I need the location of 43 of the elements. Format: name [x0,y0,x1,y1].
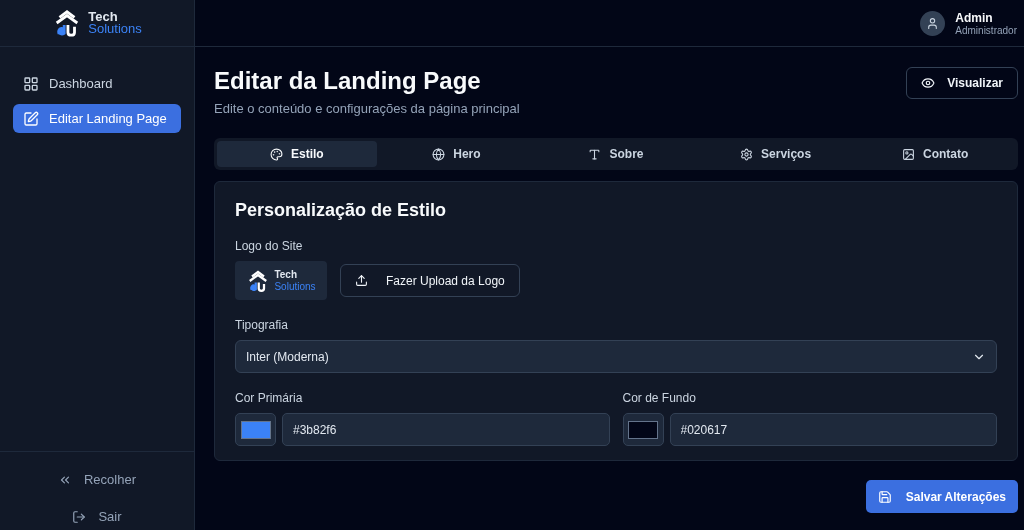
color-field[interactable]: #020617 [669,413,997,446]
logout-icon [72,509,87,524]
tab[interactable]: Estilo [217,141,377,167]
logo-text: Tech [274,268,299,281]
eye-icon [921,76,936,90]
nav-item[interactable]: Dashboard [13,69,181,98]
user-role: Administrador [955,24,1017,36]
palette-icon [269,147,283,161]
globe-icon [432,147,446,161]
avatar[interactable] [920,10,946,36]
font-select[interactable]: Inter (Moderna) [235,340,997,373]
nav-item[interactable]: Editar Landing Page [13,104,181,133]
field-label: Cor de Fundo [622,391,697,405]
edit-icon [23,110,39,127]
logo-text: Solutions [274,280,316,293]
settings-icon [740,147,754,161]
card-title: Personalização de Estilo [235,200,448,221]
logo-text: Solutions [88,23,142,35]
field-label: Logo do Site [235,239,304,253]
page-subtitle: Edite o conteúdo e configurações da página principal [214,101,520,116]
grid-icon [23,75,39,92]
upload-button[interactable]: Fazer Upload da Logo [340,264,520,297]
sidebar-link[interactable]: Recolher [58,472,136,487]
user-icon [926,16,940,30]
save-button[interactable]: Salvar Alterações [865,480,1018,513]
upload-icon [355,274,368,287]
field-label: Cor Primária [235,391,304,405]
sidebar-link[interactable]: Sair [72,509,122,524]
text-icon [588,147,602,161]
preview-button[interactable]: Visualizar [906,67,1018,99]
color-picker[interactable] [622,413,664,446]
tab[interactable]: Serviços [695,141,856,167]
field-label: Tipografia [235,318,289,332]
save-icon [877,489,892,504]
color-picker[interactable] [235,413,276,446]
image-icon [902,147,916,161]
logo-text: Tech [88,11,119,23]
user-name: Admin [955,10,994,25]
page-title: Editar da Landing Page [214,67,482,95]
tab[interactable]: Hero [376,141,537,167]
tab[interactable]: Sobre [536,141,696,167]
color-field[interactable]: #3b82f6 [282,413,610,446]
tab[interactable]: Contato [855,141,1015,167]
